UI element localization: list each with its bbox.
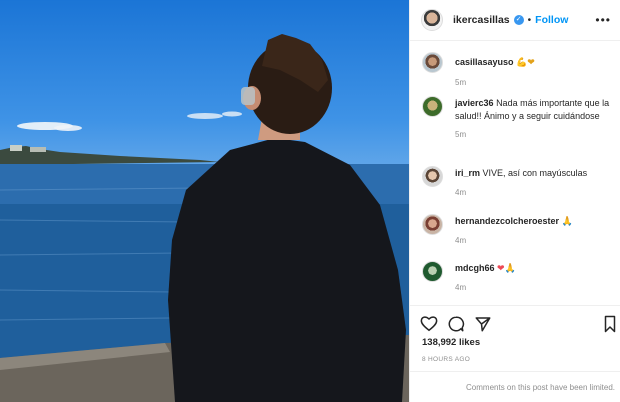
comments-list[interactable]: casillasayuso 💪❤ 5m javierc36 Nada más i…: [410, 42, 620, 304]
comment-time: 4m: [455, 187, 467, 197]
emoji: 🙏: [561, 216, 573, 226]
avatar[interactable]: [422, 261, 443, 282]
comment-item: iri_rm VIVE, así con mayúsculas 4m: [422, 166, 612, 197]
cloud: [222, 111, 242, 117]
avatar[interactable]: [422, 52, 443, 73]
comments-limited-text: Comments on this post have been limited.: [466, 382, 615, 392]
sunglasses: [241, 87, 255, 105]
building: [30, 147, 46, 152]
separator-dot: •: [527, 14, 532, 26]
comment-time: 4m: [455, 282, 467, 292]
comment-message: VIVE, así con mayúsculas: [482, 168, 588, 178]
comment-item: casillasayuso 💪❤ 5m: [422, 52, 612, 87]
building: [10, 145, 22, 151]
post-username[interactable]: ikercasillas: [453, 14, 510, 26]
bookmark-icon[interactable]: [603, 315, 617, 333]
share-icon[interactable]: [474, 315, 492, 333]
comment-text: javierc36 Nada más importante que la sal…: [455, 96, 612, 122]
photo-scene: [0, 34, 409, 402]
comment-username[interactable]: mdcgh66: [455, 263, 495, 273]
comment-text: mdcgh66 ❤🙏: [455, 261, 612, 275]
comment-text: hernandezcolcheroester 🙏: [455, 214, 612, 228]
post-photo[interactable]: [0, 0, 409, 402]
comment-item: mdcgh66 ❤🙏 4m: [422, 261, 612, 292]
comment-text: iri_rm VIVE, así con mayúsculas: [455, 166, 612, 180]
comment-username[interactable]: iri_rm: [455, 168, 480, 178]
emoji: 💪❤: [516, 57, 535, 67]
comment-username[interactable]: casillasayuso: [455, 57, 514, 67]
action-icons: [420, 315, 617, 335]
avatar[interactable]: [422, 166, 443, 187]
avatar[interactable]: [422, 214, 443, 235]
comment-time: 5m: [455, 130, 467, 139]
comment-time: 4m: [455, 235, 467, 245]
comment-username[interactable]: hernandezcolcheroester: [455, 216, 559, 226]
post-timestamp: 8 HOURS AGO: [422, 356, 471, 363]
likes-count[interactable]: 138,992 likes: [422, 337, 480, 348]
cloud: [54, 125, 82, 131]
comment-text: casillasayuso 💪❤: [455, 52, 612, 69]
verified-badge-icon: ✓: [513, 15, 524, 25]
comments-limited-notice: Comments on this post have been limited.: [410, 371, 620, 402]
more-options-icon[interactable]: •••: [595, 13, 611, 27]
avatar[interactable]: [422, 96, 443, 117]
cloud: [187, 113, 223, 119]
action-bar: [410, 305, 620, 333]
comment-item: javierc36 Nada más importante que la sal…: [422, 96, 612, 139]
comment-item: hernandezcolcheroester 🙏 4m: [422, 214, 612, 245]
comment-icon[interactable]: [447, 315, 465, 333]
post-sidebar: ikercasillas ✓ • Follow ••• casillasayus…: [409, 0, 620, 402]
comment-time: 5m: [455, 77, 467, 87]
heart-icon[interactable]: [420, 315, 438, 332]
avatar[interactable]: [421, 9, 443, 31]
comment-username[interactable]: javierc36: [455, 98, 494, 108]
post-header: ikercasillas ✓ • Follow •••: [410, 0, 620, 41]
emoji: ❤🙏: [497, 263, 516, 273]
follow-button[interactable]: Follow: [535, 14, 568, 26]
